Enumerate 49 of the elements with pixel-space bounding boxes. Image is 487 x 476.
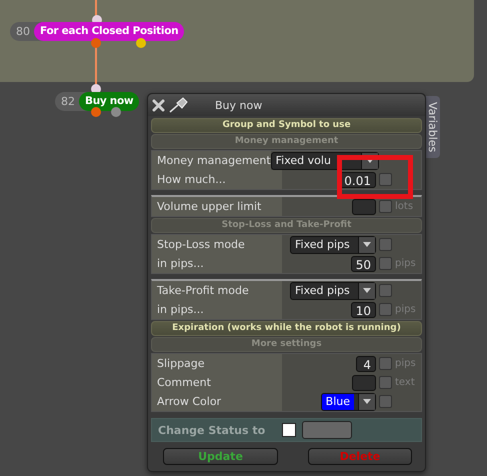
close-icon[interactable]: [152, 98, 165, 112]
status-field[interactable]: [302, 421, 352, 439]
input-field[interactable]: 0.01: [339, 172, 376, 188]
caret-icon: [363, 288, 371, 293]
field-label: Money management: [152, 151, 271, 170]
pin-icon[interactable]: [169, 97, 189, 113]
output-pin: [136, 38, 146, 48]
checkbox[interactable]: [379, 238, 392, 251]
checkbox[interactable]: [379, 395, 392, 408]
connector-line: [95, 0, 97, 17]
caret-icon: [363, 242, 371, 247]
field-label: Take-Profit mode: [152, 281, 282, 300]
checkbox[interactable]: [379, 200, 392, 213]
section-header[interactable]: Expiration (works while the robot is running): [151, 321, 422, 336]
field-label: in pips...: [152, 254, 282, 273]
node-label[interactable]: For each Closed Position: [34, 22, 184, 41]
checkbox[interactable]: [379, 376, 392, 389]
checkbox[interactable]: [379, 173, 392, 186]
dialog-title: Buy now: [215, 98, 262, 112]
field-label: Slippage: [152, 354, 282, 373]
field-label: Comment: [152, 373, 282, 392]
node-label[interactable]: Buy now: [79, 92, 140, 111]
checkbox[interactable]: [379, 303, 392, 316]
section-header[interactable]: Group and Symbol to use: [151, 118, 422, 133]
field-label: Stop-Loss mode: [152, 235, 282, 254]
checkbox[interactable]: [379, 357, 392, 370]
section-header: More settings: [151, 337, 422, 352]
input-field[interactable]: 10: [350, 302, 376, 318]
field-label: Volume upper limit: [152, 197, 282, 216]
output-pin: [91, 107, 101, 117]
input-field[interactable]: [352, 374, 376, 390]
output-pin: [111, 107, 121, 117]
input-field[interactable]: 50: [350, 256, 376, 272]
checkbox[interactable]: [379, 284, 392, 297]
input-field[interactable]: [352, 198, 376, 214]
output-pin: [91, 38, 101, 48]
caret-icon: [363, 399, 371, 404]
dropdown[interactable]: Fixed pips: [290, 282, 376, 300]
field-label: in pips...: [152, 300, 282, 319]
checkbox[interactable]: [379, 257, 392, 270]
section-header: Stop-Loss and Take-Profit: [151, 218, 422, 233]
dropdown[interactable]: Fixed pips: [290, 236, 376, 254]
color-dropdown[interactable]: Blue: [320, 392, 376, 410]
status-label: Change Status to: [158, 424, 266, 436]
input-field[interactable]: 4: [356, 356, 376, 372]
field-label: How much...: [152, 170, 282, 189]
checkbox[interactable]: [282, 423, 296, 437]
section-header: Money management: [151, 134, 422, 149]
field-label: Arrow Color: [152, 392, 282, 411]
